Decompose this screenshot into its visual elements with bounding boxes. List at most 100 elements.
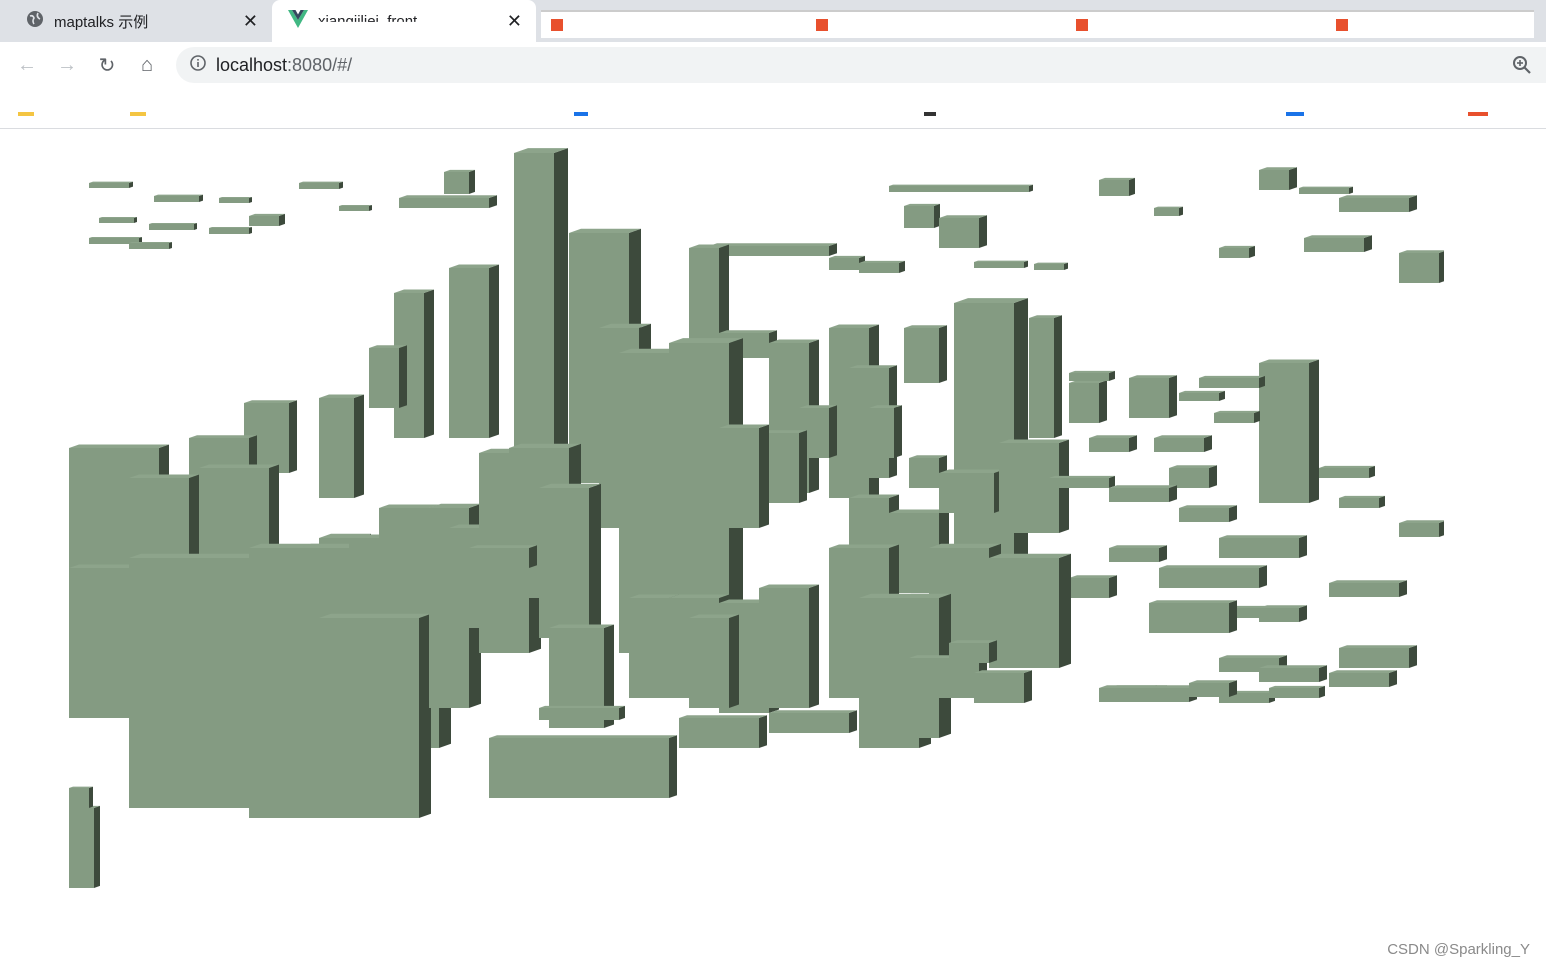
building: [904, 325, 947, 383]
building: [1169, 465, 1217, 488]
bookmark-icon[interactable]: [18, 112, 34, 116]
back-button[interactable]: ←: [14, 52, 40, 78]
bookmarks-bar: [0, 88, 1546, 129]
building: [69, 786, 93, 808]
building: [539, 705, 625, 720]
building: [1029, 315, 1062, 438]
tab-active[interactable]: xiangjiliei_front ✕: [272, 0, 536, 42]
building: [444, 169, 475, 194]
reload-icon: ↻: [98, 54, 116, 77]
building: [939, 469, 1004, 513]
building: [1399, 250, 1447, 283]
building: [1049, 475, 1115, 488]
building: [1259, 665, 1327, 682]
building: [1154, 206, 1183, 216]
address-bar[interactable]: localhost:8080/#/: [176, 47, 1546, 83]
building: [989, 553, 1071, 668]
building: [1339, 195, 1417, 212]
bookmark-icon[interactable]: [130, 112, 146, 116]
building: [1179, 390, 1225, 401]
building: [319, 613, 431, 818]
forward-button[interactable]: →: [54, 52, 80, 78]
building: [974, 670, 1032, 703]
building: [1069, 380, 1107, 423]
forward-arrow-icon: →: [57, 53, 77, 76]
building: [449, 264, 499, 438]
favicon-icon: [816, 19, 828, 31]
building: [1299, 186, 1353, 194]
bookmark-icon[interactable]: [1286, 112, 1304, 116]
building: [949, 640, 997, 663]
building: [99, 216, 137, 223]
building: [399, 195, 497, 208]
tab-bar: maptalks 示例 ✕ xiangjiliei_front ✕: [0, 0, 1546, 42]
building: [1154, 435, 1212, 452]
globe-icon: [26, 10, 44, 33]
favicon-icon: [551, 19, 563, 31]
tab-title: maptalks 示例: [54, 13, 149, 31]
building: [129, 241, 172, 249]
building: [1259, 359, 1319, 503]
building: [1089, 435, 1137, 452]
building: [154, 194, 203, 202]
zoom-icon[interactable]: [1512, 55, 1532, 80]
building: [869, 405, 902, 458]
building: [689, 614, 739, 708]
building: [1339, 645, 1417, 668]
mini-tab[interactable]: [806, 12, 834, 38]
overflow-tab-strip: [541, 10, 1534, 38]
bookmark-icon[interactable]: [924, 112, 936, 116]
tab-maptalks[interactable]: maptalks 示例 ✕: [10, 0, 272, 42]
building: [209, 226, 252, 234]
building: [489, 735, 677, 798]
favicon-icon: [1076, 19, 1088, 31]
building: [1219, 245, 1255, 258]
building: [1069, 370, 1115, 381]
building: [1109, 545, 1167, 562]
mini-tab[interactable]: [541, 12, 569, 38]
building: [859, 260, 905, 273]
building: [1219, 535, 1307, 558]
building: [1189, 680, 1237, 697]
building: [1129, 375, 1177, 418]
reload-button[interactable]: ↻: [94, 52, 120, 78]
map-3d-buildings[interactable]: [69, 128, 1480, 892]
building: [1149, 600, 1237, 633]
info-icon[interactable]: [190, 54, 206, 76]
mini-tab[interactable]: [1066, 12, 1094, 38]
building: [219, 196, 252, 203]
mini-tab[interactable]: [1326, 12, 1354, 38]
close-icon[interactable]: ✕: [243, 11, 258, 32]
building: [1069, 575, 1117, 598]
building: [1159, 565, 1267, 588]
building: [89, 181, 133, 188]
building: [369, 345, 407, 408]
building: [1329, 670, 1397, 687]
building: [1034, 262, 1068, 270]
url-text[interactable]: localhost:8080/#/: [216, 55, 352, 76]
building: [1259, 167, 1297, 190]
url-path: :8080/#/: [287, 54, 353, 75]
vue-logo-icon: [288, 9, 308, 33]
watermark: CSDN @Sparkling_Y: [1387, 941, 1530, 958]
building: [939, 215, 987, 248]
building: [769, 710, 857, 733]
building: [1269, 685, 1325, 698]
bookmark-icon[interactable]: [574, 112, 588, 116]
building: [1214, 410, 1260, 423]
home-button[interactable]: ⌂: [134, 52, 160, 78]
building: [469, 545, 537, 568]
bookmark-icon[interactable]: [1468, 112, 1488, 116]
building: [889, 184, 1033, 192]
building: [539, 483, 601, 638]
building: [1179, 505, 1237, 522]
building: [679, 715, 767, 748]
building: [1329, 580, 1407, 597]
building: [69, 805, 100, 888]
building: [719, 424, 769, 528]
building: [1339, 495, 1385, 508]
close-icon[interactable]: ✕: [507, 11, 522, 32]
favicon-icon: [1336, 19, 1348, 31]
building: [904, 203, 940, 228]
building: [299, 181, 343, 189]
